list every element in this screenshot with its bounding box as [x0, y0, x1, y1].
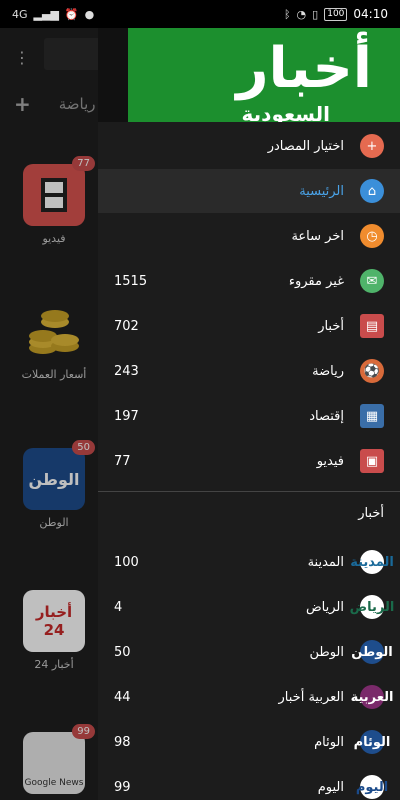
menu-label: رياضة [312, 363, 344, 379]
drawer-scrim[interactable] [0, 28, 98, 800]
menu-video[interactable]: 77 فيديو ▣ [98, 439, 400, 483]
status-bar: 4G ▂▄▆ ⏰ ● ᛒ ◔ ▯ 100 04:10 [0, 0, 400, 28]
source-al-madina[interactable]: 100 المدينة المدينة [98, 540, 400, 584]
app-logo-subtitle: السعودية [241, 102, 330, 122]
status-right: ᛒ ◔ ▯ 100 04:10 [284, 7, 388, 21]
source-label: العربية أخبار [278, 689, 344, 705]
al-watan-logo-icon: الوطن [351, 640, 393, 664]
source-label: الوئام [314, 734, 344, 750]
speed-icon: ◔ [296, 7, 307, 21]
app-notification-icon: ● [84, 7, 95, 21]
al-riyadh-logo-icon: الرياض [350, 595, 394, 619]
source-al-weam[interactable]: 98 الوئام الوئام [98, 720, 400, 764]
source-count: 4 [114, 599, 123, 615]
menu-count: 702 [114, 318, 139, 334]
menu-news[interactable]: 702 أخبار ▤ [98, 304, 400, 348]
source-count: 98 [114, 734, 131, 750]
al-yaum-logo-icon: اليوم [356, 775, 388, 799]
menu-label: غير مقروء [288, 273, 344, 289]
menu-sports[interactable]: 243 رياضة ⚽ [98, 349, 400, 393]
sports-icon: ⚽ [360, 359, 384, 383]
newspaper-icon: ▤ [360, 314, 384, 338]
source-label: المدينة [307, 554, 344, 570]
menu-choose-sources[interactable]: اختيار المصادر + [98, 124, 400, 168]
plus-icon: + [360, 134, 384, 158]
source-label: الوطن [309, 644, 344, 660]
menu-label: فيديو [316, 453, 344, 469]
bluetooth-icon: ᛒ [283, 7, 291, 21]
menu-label: أخبار [318, 318, 344, 334]
al-madina-logo-icon: المدينة [350, 550, 394, 574]
clock-icon: ◷ [360, 224, 384, 248]
header-left-strip [98, 28, 128, 122]
economy-icon: ▦ [360, 404, 384, 428]
menu-count: 77 [114, 453, 131, 469]
menu-count: 197 [114, 408, 139, 424]
home-icon: ⌂ [360, 179, 384, 203]
source-count: 100 [114, 554, 139, 570]
source-count: 44 [114, 689, 131, 705]
source-al-watan[interactable]: 50 الوطن الوطن [98, 630, 400, 674]
source-al-yaum[interactable]: 99 اليوم اليوم [98, 765, 400, 800]
source-al-arabiya[interactable]: 44 العربية أخبار العربية [98, 675, 400, 719]
menu-home[interactable]: الرئيسية ⌂ [98, 169, 400, 213]
source-al-riyadh[interactable]: 4 الرياض الرياض [98, 585, 400, 629]
app-logo-title: أخبار [236, 36, 372, 101]
mail-icon: ✉ [360, 269, 384, 293]
source-count: 50 [114, 644, 131, 660]
vibrate-icon: ▯ [312, 7, 319, 21]
battery-indicator: 100 [324, 7, 348, 21]
alarm-icon: ⏰ [64, 7, 79, 21]
menu-count: 243 [114, 363, 139, 379]
menu-label: اخر ساعة [291, 228, 344, 244]
clock-time: 04:10 [353, 7, 388, 21]
divider [98, 491, 400, 492]
menu-unread[interactable]: 1515 غير مقروء ✉ [98, 259, 400, 303]
al-weam-logo-icon: الوئام [354, 730, 390, 754]
menu-label: إقتصاد [309, 408, 344, 424]
film-icon: ▣ [360, 449, 384, 473]
drawer-header: أخبار السعودية [98, 28, 400, 122]
menu-economy[interactable]: 197 إقتصاد ▦ [98, 394, 400, 438]
section-title: أخبار [358, 506, 384, 521]
source-label: الرياض [305, 599, 344, 615]
menu-label: الرئيسية [299, 183, 344, 199]
navigation-drawer: أخبار السعودية اختيار المصادر + الرئيسية… [98, 28, 400, 800]
network-indicator: 4G [12, 7, 28, 21]
source-label: اليوم [317, 779, 344, 795]
al-arabiya-logo-icon: العربية [351, 685, 393, 709]
menu-label: اختيار المصادر [267, 138, 344, 154]
status-left: 4G ▂▄▆ ⏰ ● [12, 8, 94, 21]
menu-last-hour[interactable]: اخر ساعة ◷ [98, 214, 400, 258]
menu-count: 1515 [114, 273, 148, 289]
signal-icon: ▂▄▆ [33, 7, 59, 21]
source-count: 99 [114, 779, 131, 795]
